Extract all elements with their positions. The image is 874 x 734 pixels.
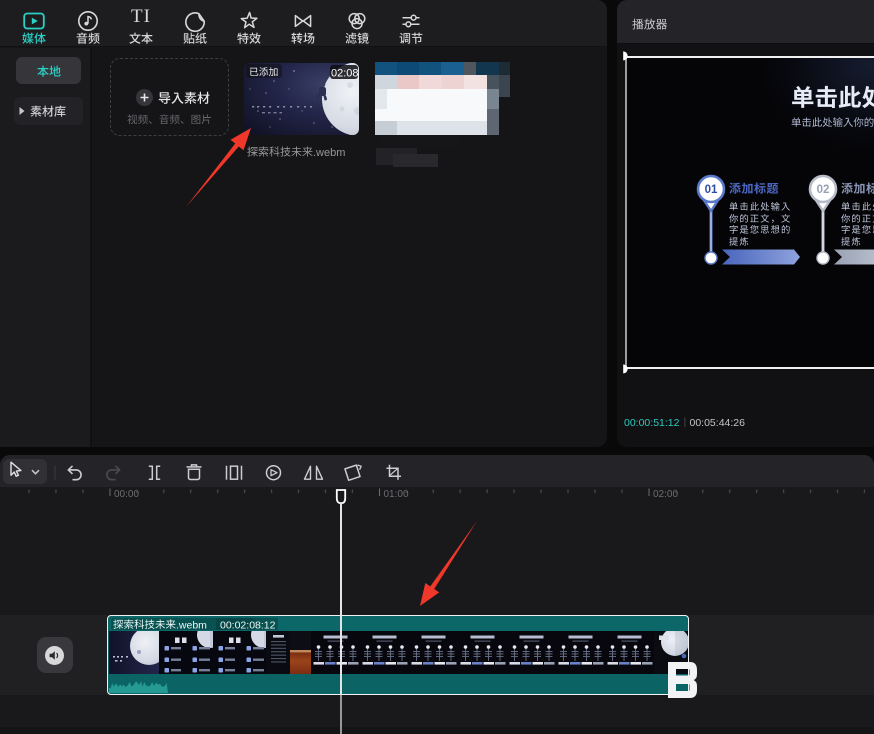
svg-text:00:02:08:12: 00:02:08:12	[220, 620, 276, 632]
svg-text:01: 01	[705, 184, 718, 196]
svg-text:.webm: .webm	[176, 620, 207, 632]
svg-text:.webm: .webm	[313, 147, 345, 159]
svg-text:00:00: 00:00	[114, 489, 139, 500]
svg-text:01:00: 01:00	[384, 489, 409, 500]
svg-text:02:00: 02:00	[653, 489, 678, 500]
svg-text:02: 02	[817, 184, 830, 196]
svg-text:02:08: 02:08	[331, 68, 359, 80]
